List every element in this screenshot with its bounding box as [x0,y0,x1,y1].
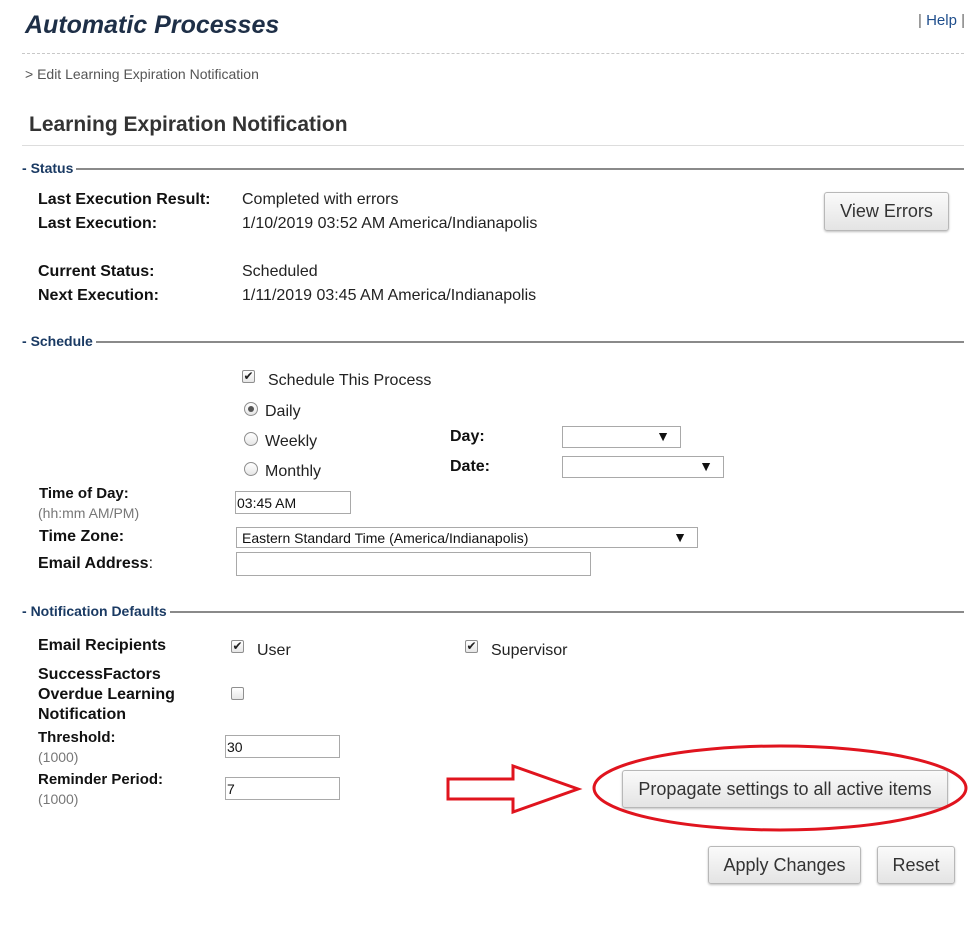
recipient-supervisor-checkbox[interactable]: ✔ [465,640,478,653]
day-select[interactable]: ▼ [562,426,681,448]
propagate-settings-button[interactable]: Propagate settings to all active items [622,770,948,808]
section-notification-label: - Notification Defaults [22,603,170,619]
threshold-hint: (1000) [38,749,79,765]
time-zone-select-value: Eastern Standard Time (America/Indianapo… [242,530,529,546]
reminder-period-input[interactable] [225,777,340,800]
frequency-radio-monthly[interactable] [244,462,258,476]
section-divider [22,168,964,170]
time-of-day-input[interactable] [235,491,351,514]
last-execution-value: 1/10/2019 03:52 AM America/Indianapolis [242,215,538,232]
schedule-process-checkbox[interactable]: ✔ [242,370,255,383]
section-notification-header: - Notification Defaults [22,603,964,619]
recipient-user-label: User [257,642,291,659]
time-of-day-hint: (hh:mm AM/PM) [38,505,140,521]
overdue-notification-checkbox[interactable] [231,687,244,700]
section-status-label: - Status [22,160,77,176]
annotation-arrow-icon [446,763,583,815]
apply-changes-button[interactable]: Apply Changes [708,846,861,884]
app-title: Automatic Processes [25,11,280,39]
checkmark-icon: ✔ [232,639,243,653]
last-result-label: Last Execution Result: [38,191,211,208]
frequency-label-daily: Daily [265,403,301,420]
last-result-value: Completed with errors [242,191,399,208]
section-divider [22,341,964,343]
current-status-label: Current Status: [38,263,155,280]
chevron-down-icon: ▼ [673,529,687,545]
email-address-input[interactable] [236,552,591,576]
checkmark-icon: ✔ [466,639,477,653]
help-links: | Help | [918,12,965,29]
recipient-user-checkbox[interactable]: ✔ [231,640,244,653]
title-divider [22,145,964,146]
overdue-notification-label: SuccessFactors Overdue Learning Notifica… [38,666,175,723]
help-separator: | [917,12,922,29]
help-separator: | [961,12,965,29]
frequency-radio-daily[interactable] [244,402,258,416]
last-execution-label: Last Execution: [38,215,158,232]
email-recipients-label: Email Recipients [38,637,167,654]
date-select[interactable]: ▼ [562,456,724,478]
day-label: Day: [450,428,485,445]
header-divider [22,53,964,54]
time-of-day-label: Time of Day: [39,485,129,502]
next-execution-value: 1/11/2019 03:45 AM America/Indianapolis [242,287,537,304]
next-execution-label: Next Execution: [38,287,159,304]
breadcrumb[interactable]: > Edit Learning Expiration Notification [25,66,259,82]
current-status-value: Scheduled [242,263,318,280]
help-link[interactable]: Help [926,12,957,29]
frequency-label-weekly: Weekly [265,433,318,450]
threshold-input[interactable] [225,735,340,758]
time-zone-label: Time Zone: [39,528,125,545]
view-errors-button[interactable]: View Errors [824,192,949,231]
chevron-down-icon: ▼ [699,458,713,474]
section-schedule-label: - Schedule [22,333,96,349]
reminder-period-hint: (1000) [38,791,79,807]
reset-button[interactable]: Reset [877,846,955,884]
reminder-period-label: Reminder Period: [38,771,164,788]
schedule-process-label: Schedule This Process [268,372,432,389]
chevron-down-icon: ▼ [656,428,670,444]
section-schedule-header: - Schedule [22,333,964,349]
radio-selected-dot-icon [248,406,254,412]
frequency-label-monthly: Monthly [265,463,322,480]
threshold-label: Threshold: [38,729,116,746]
checkmark-icon: ✔ [243,369,254,383]
section-status-header: - Status [22,160,964,176]
email-address-label: Email Address: [38,555,154,572]
date-label: Date: [450,458,491,475]
page-title: Learning Expiration Notification [29,113,348,136]
time-zone-select[interactable]: Eastern Standard Time (America/Indianapo… [236,527,698,548]
recipient-supervisor-label: Supervisor [491,642,568,659]
frequency-radio-weekly[interactable] [244,432,258,446]
